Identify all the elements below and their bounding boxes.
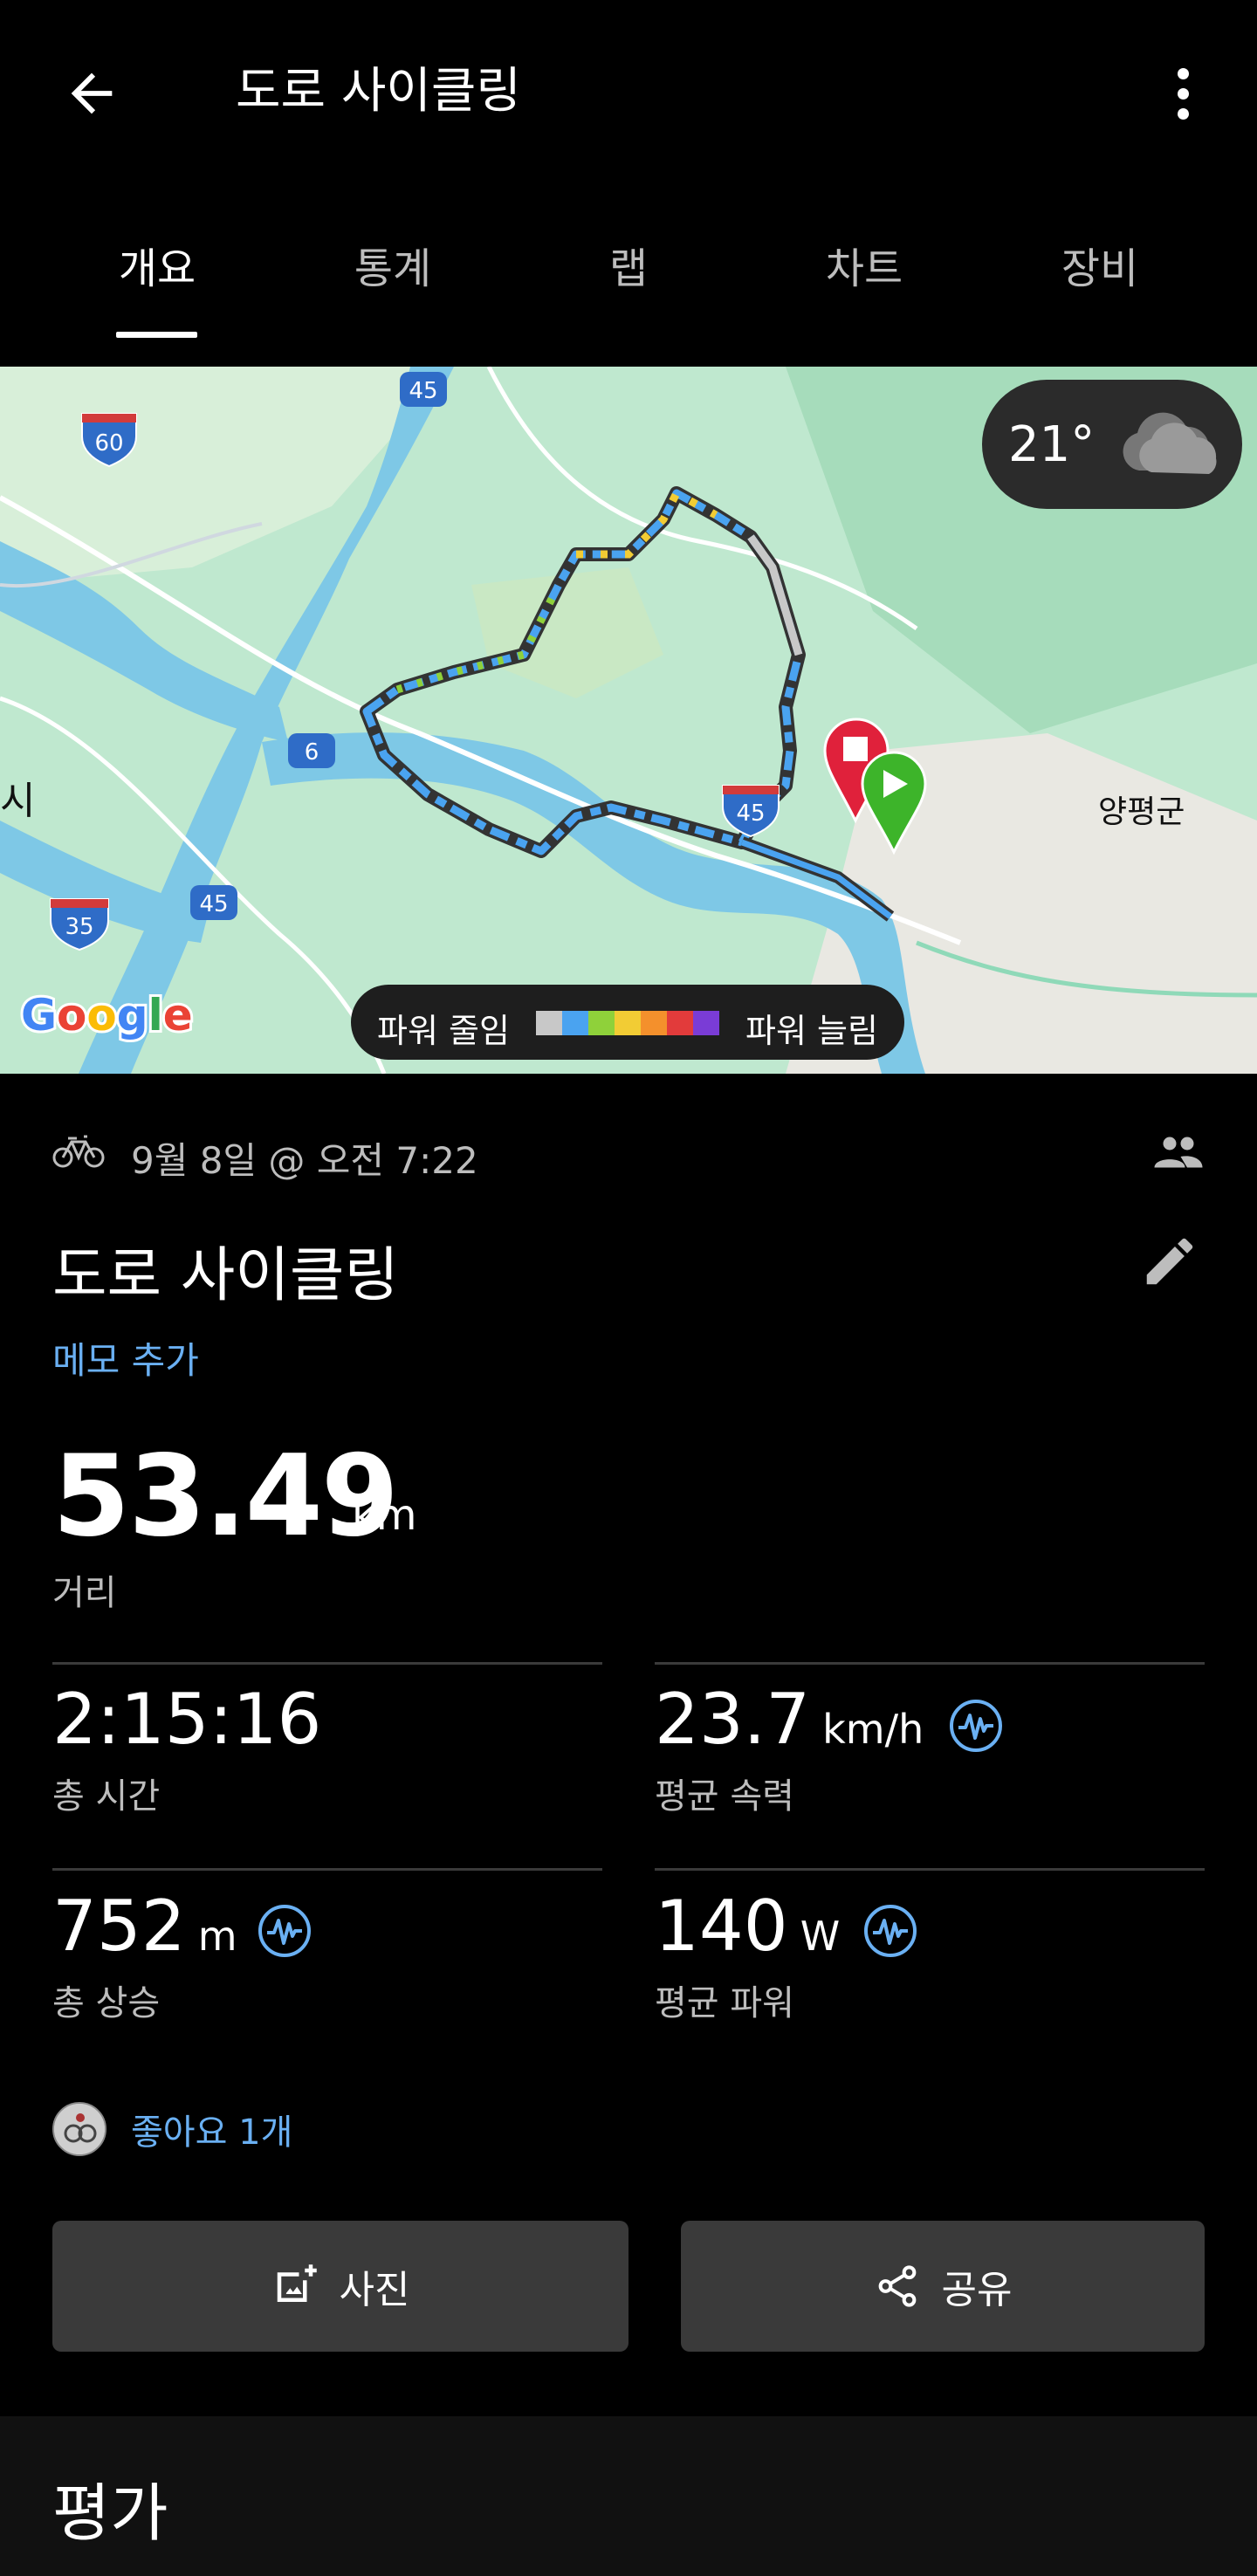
divider: [52, 1868, 602, 1871]
legend-swatch: [536, 1011, 562, 1035]
place-label-yangpyeong: 양평군: [1098, 794, 1185, 830]
distance-unit: km: [352, 1491, 417, 1540]
distance-value: 53.49: [52, 1432, 399, 1562]
avatar[interactable]: [52, 2102, 106, 2156]
place-label-si: 시: [0, 779, 35, 823]
add-photo-icon: [277, 2264, 317, 2302]
divider: [52, 1662, 602, 1665]
tab-laps[interactable]: 랩: [524, 234, 733, 295]
legend-swatch: [562, 1011, 588, 1035]
highway-shield: 45: [400, 372, 447, 407]
stat-unit: m: [197, 1913, 237, 1960]
divider: [655, 1662, 1205, 1665]
legend-low-label: 파워 줄임: [377, 1012, 510, 1050]
highway-shield: 6: [288, 733, 335, 768]
stat-value: 140: [655, 1886, 788, 1967]
stat-unit: W: [800, 1913, 841, 1960]
divider: [655, 1868, 1205, 1871]
legend-swatch: [693, 1011, 719, 1035]
share-icon: [878, 2265, 916, 2307]
group-icon[interactable]: [1152, 1135, 1205, 1170]
bicycle-icon: [52, 1135, 105, 1168]
tab-stats[interactable]: 통계: [288, 234, 498, 295]
activity-title: 도로 사이클링: [52, 1241, 399, 1310]
evaluation-title: 평가: [52, 2476, 168, 2550]
back-arrow-icon: [71, 72, 113, 114]
stat-label: 평균 파워: [655, 1983, 794, 2023]
tab-gear[interactable]: 장비: [995, 234, 1205, 295]
active-tab-indicator: [116, 332, 197, 338]
weather-badge: 21°: [982, 380, 1242, 509]
legend-high-label: 파워 늘림: [745, 1012, 878, 1050]
pulse-chart-icon[interactable]: [948, 1698, 1004, 1754]
stat-unit: km/h: [822, 1706, 924, 1753]
highway-shield: 45: [190, 885, 237, 920]
shield-label: 60: [94, 430, 123, 457]
evaluation-section: [0, 2416, 1257, 2576]
stat-avg-power: 140 W: [655, 1887, 840, 1966]
legend-color-bar: [536, 1011, 719, 1035]
legend-swatch: [667, 1011, 693, 1035]
stat-avg-speed: 23.7 km/h: [655, 1680, 924, 1759]
back-button[interactable]: [52, 54, 131, 133]
power-legend: 파워 줄임 파워 늘림: [351, 985, 904, 1060]
legend-swatch: [588, 1011, 615, 1035]
shield-label: 45: [736, 800, 765, 827]
shield-label: 45: [409, 378, 437, 404]
legend-swatch: [641, 1011, 667, 1035]
add-photo-button[interactable]: 사진: [52, 2221, 628, 2352]
more-options-button[interactable]: [1152, 54, 1213, 133]
legend-swatch: [615, 1011, 641, 1035]
stat-total-ascent: 752 m: [52, 1887, 237, 1966]
app-header: [0, 0, 1257, 183]
stat-label: 총 시간: [52, 1776, 161, 1817]
share-button[interactable]: 공유: [681, 2221, 1205, 2352]
tab-overview[interactable]: 개요: [52, 234, 262, 295]
page-title: 도로 사이클링: [236, 63, 521, 120]
pulse-chart-icon[interactable]: [257, 1903, 313, 1959]
share-label: 공유: [941, 2268, 1013, 2312]
stat-value: 23.7: [655, 1679, 811, 1760]
distance-label: 거리: [52, 1573, 117, 1613]
shield-label: 45: [199, 891, 228, 917]
tab-charts[interactable]: 차트: [759, 234, 969, 295]
stat-label: 평균 속력: [655, 1776, 794, 1817]
more-vertical-icon: [1177, 67, 1189, 79]
cloud-icon: [1123, 412, 1217, 474]
stat-label: 총 상승: [52, 1983, 161, 2023]
add-photo-label: 사진: [339, 2268, 410, 2312]
stat-total-time: 2:15:16: [52, 1680, 321, 1759]
add-memo-link[interactable]: 메모 추가: [52, 1331, 199, 1384]
edit-pencil-icon[interactable]: [1139, 1231, 1200, 1292]
shield-label: 35: [65, 914, 93, 940]
likes-link[interactable]: 좋아요 1개: [131, 2104, 292, 2154]
shield-label: 6: [305, 739, 319, 766]
pulse-chart-icon[interactable]: [862, 1903, 918, 1959]
stat-value: 752: [52, 1886, 186, 1967]
stat-value: 2:15:16: [52, 1679, 322, 1760]
activity-date: 9월 8일 @ 오전 7:22: [131, 1139, 478, 1182]
weather-temperature: 21°: [1008, 416, 1096, 473]
map-logo: Google: [21, 990, 193, 1041]
